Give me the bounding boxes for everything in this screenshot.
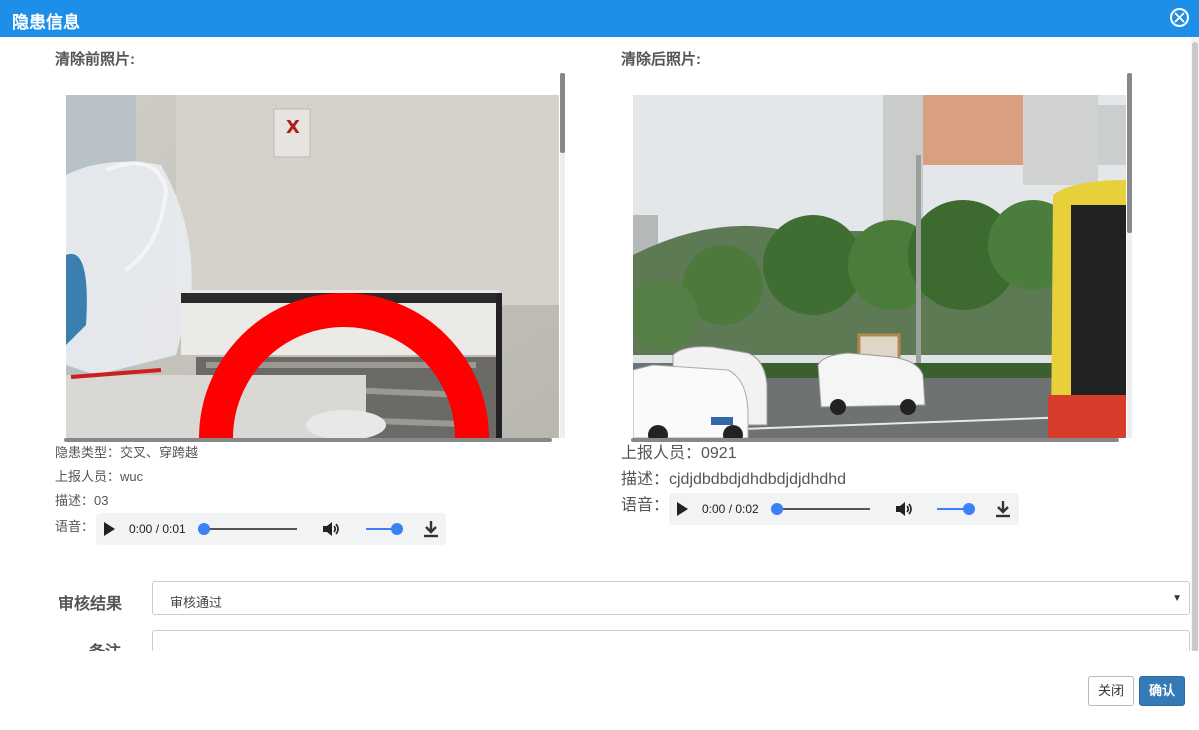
confirm-button[interactable]: 确认 [1139,676,1185,706]
close-button[interactable]: 关闭 [1088,676,1134,706]
after-audio-label: 语音： [621,497,670,514]
after-description: 描述：cjdjdbdbdjdhdbdjdjdhdhd [621,471,847,488]
before-audio-player: 0:00 / 0:01 [96,513,446,545]
dialog-titlebar: 隐患信息 [0,0,1199,37]
review-result-label: 审核结果 [58,596,123,613]
hazard-info-dialog: 隐患信息 清除前照片: X 隐患类型：交叉、穿跨越 上报人员：wuc 描述：03… [0,0,1199,730]
review-result-value: 审核通过 [170,595,223,610]
before-audio-label: 语音： [55,519,95,534]
before-photo-vscroll[interactable] [560,73,565,438]
after-photo-vscroll[interactable] [1127,73,1132,438]
review-result-select[interactable]: 审核通过 ▼ [152,581,1190,615]
download-icon[interactable] [994,500,1012,518]
chevron-down-icon: ▼ [1172,593,1182,604]
before-audio-seekbar[interactable] [204,528,297,530]
after-audio-seekbar[interactable] [777,508,870,510]
dialog-title: 隐患信息 [12,13,80,32]
before-description: 描述：03 [55,493,109,508]
download-icon[interactable] [422,520,440,538]
before-hazard-type: 隐患类型：交叉、穿跨越 [55,445,199,460]
after-photo[interactable] [633,95,1126,438]
before-photo-title: 清除前照片: [55,51,135,68]
volume-icon[interactable] [894,499,914,519]
play-icon[interactable] [677,502,688,516]
before-audio-time: 0:00 / 0:01 [129,522,186,536]
after-audio-seek-knob[interactable] [771,503,783,515]
after-volume-knob[interactable] [963,503,975,515]
close-icon[interactable] [1170,8,1189,27]
before-photo-vscroll-thumb[interactable] [560,73,565,153]
before-audio-seek-knob[interactable] [198,523,210,535]
volume-icon[interactable] [321,519,341,539]
before-volume-knob[interactable] [391,523,403,535]
dialog-scrollbar[interactable] [1191,37,1199,652]
dialog-footer: 关闭 确认 [0,651,1199,730]
play-icon[interactable] [104,522,115,536]
after-photo-title: 清除后照片: [621,51,701,68]
after-audio-player: 0:00 / 0:02 [669,493,1019,525]
after-audio-time: 0:00 / 0:02 [702,502,759,516]
before-photo[interactable]: X [66,95,559,438]
after-photo-vscroll-thumb[interactable] [1127,73,1132,233]
before-reporter: 上报人员：wuc [55,469,144,484]
after-reporter: 上报人员：0921 [621,445,737,462]
svg-text:X: X [286,117,300,138]
dialog-scrollbar-thumb[interactable] [1192,42,1198,652]
